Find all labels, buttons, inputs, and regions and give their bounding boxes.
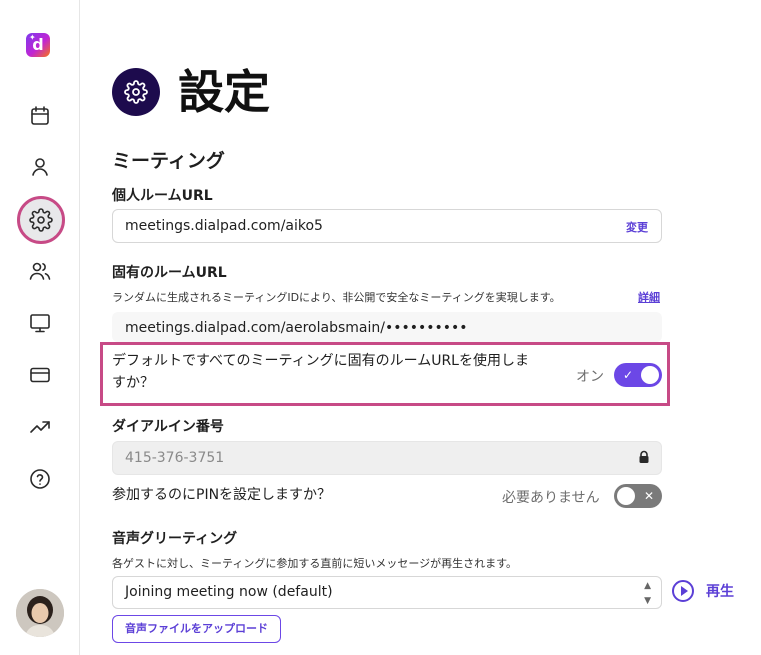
calendar-icon [31,106,49,125]
dialpad-logo[interactable]: ✦ d [26,33,50,57]
personal-room-url-field[interactable]: meetings.dialpad.com/aiko5 [112,209,662,243]
default-unique-url-question: デフォルトですべてのミーティングに固有のルームURLを使用しま すか？ [112,350,529,394]
pin-toggle-state: 必要ありません [502,490,600,506]
sidebar-item-display[interactable] [22,305,58,341]
avatar[interactable] [16,589,64,637]
toggle-knob [617,487,635,505]
details-link[interactable]: 詳細 [638,289,660,305]
gear-icon [124,80,148,104]
x-icon: ✕ [643,489,654,503]
monitor-icon [30,314,50,333]
pin-question: 参加するのにPINを設定しますか？ [112,487,332,503]
sidebar-item-analytics[interactable] [22,409,58,445]
sidebar-item-team[interactable] [22,253,58,289]
greeting-selected-option: Joining meeting now (default) [125,584,333,600]
toggle-knob [641,366,659,384]
section-title-meetings: ミーティング [112,150,225,172]
user-photo [16,589,64,637]
question-line-1: デフォルトですべてのミーティングに固有のルームURLを使用しま [112,353,529,369]
sidebar-item-billing[interactable] [22,357,58,393]
play-label: 再生 [706,584,734,600]
unique-url-toggle[interactable]: ✓ [614,363,662,387]
people-icon [29,262,51,280]
check-icon: ✓ [623,368,634,382]
sidebar-item-help[interactable] [22,461,58,497]
change-url-button[interactable]: 変更 [626,219,648,235]
sidebar: ✦ d [0,0,80,655]
settings-title-icon [112,68,160,116]
personal-room-url-value: meetings.dialpad.com/aiko5 [125,218,323,234]
greeting-description: 各ゲストに対し、ミーティングに参加する直前に短いメッセージが再生されます。 [112,557,518,570]
greeting-select[interactable]: Joining meeting now (default) ▲ ▼ [112,576,662,609]
pin-toggle[interactable]: ✕ [614,484,662,508]
settings-main: 設定 ミーティング 個人ルームURL meetings.dialpad.com/… [80,0,761,655]
play-button[interactable]: 再生 [672,580,734,602]
gear-icon [29,208,53,232]
sidebar-item-contact[interactable] [22,149,58,185]
page-title: 設定 [178,65,270,119]
unique-room-label: 固有のルームURL [112,265,227,281]
dialin-number-value: 415-376-3751 [125,450,225,466]
greeting-label: 音声グリーティング [112,531,238,547]
question-line-2: すか？ [112,375,154,391]
person-icon [32,158,48,176]
unique-url-toggle-state: オン [576,369,604,385]
unique-room-description: ランダムに生成されるミーティングIDにより、非公開で安全なミーティングを実現しま… [112,291,561,304]
unique-room-url-field: meetings.dialpad.com/aerolabsmain/••••••… [112,312,662,342]
lock-icon [639,450,649,463]
upload-audio-button[interactable]: 音声ファイルをアップロード [112,615,281,643]
unique-room-url-value: meetings.dialpad.com/aerolabsmain/••••••… [125,320,468,336]
sidebar-item-calendar[interactable] [22,98,58,134]
credit-card-icon [30,367,50,383]
dialin-label: ダイアルイン番号 [112,419,224,435]
help-circle-icon [30,469,50,489]
sidebar-item-settings[interactable] [17,196,65,244]
trending-up-icon [30,421,50,433]
chevron-updown-icon: ▲ ▼ [644,581,651,606]
play-icon [672,580,694,602]
dialin-number-field: 415-376-3751 [112,441,662,475]
personal-room-label: 個人ルームURL [112,188,213,204]
sparkle-icon: ✦ [29,33,36,42]
